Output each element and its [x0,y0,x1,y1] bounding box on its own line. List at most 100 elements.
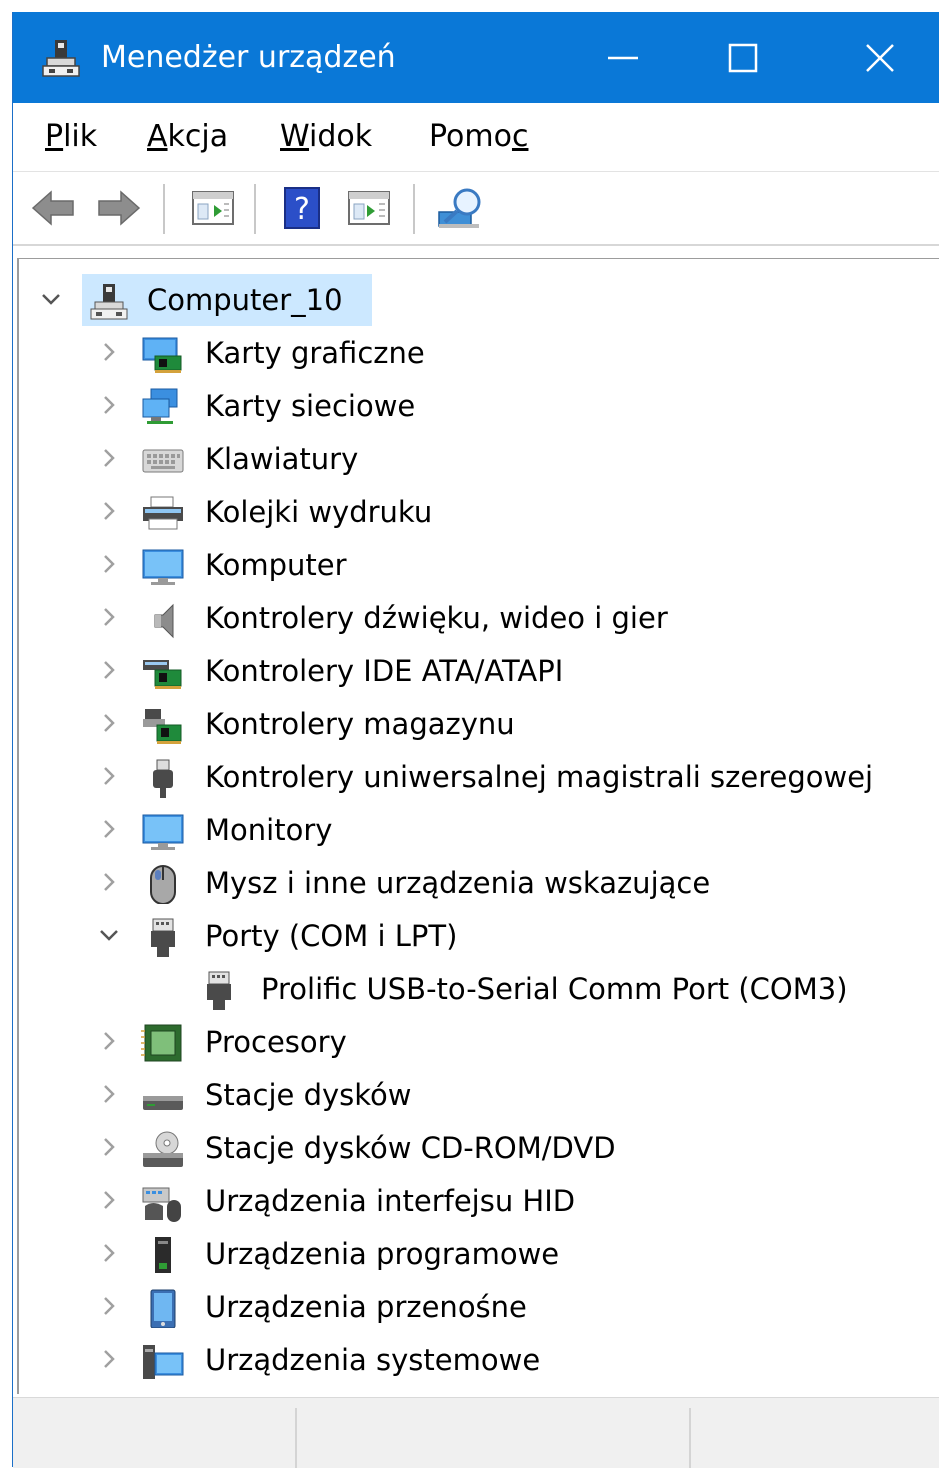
tree-category[interactable]: Porty (COM i LPT) [19,910,939,963]
maximize-button[interactable] [683,12,803,103]
tree-category[interactable]: Urządzenia interfejsu HID [19,1175,939,1228]
tree-item-label: Klawiatury [205,442,359,476]
tree-item-label: Kolejki wydruku [205,495,433,529]
status-divider [295,1408,297,1468]
menu-plik-rest: lik [63,119,98,154]
tree-item-label: Urządzenia programowe [205,1237,560,1271]
tree-category[interactable]: Urządzenia systemowe [19,1334,939,1387]
menu-widok[interactable]: Widok [280,117,372,157]
menu-bar: Plik Akcja Widok Pomoc [13,103,939,172]
chevron-right-icon[interactable] [97,1082,121,1106]
tree-category[interactable]: Mysz i inne urządzenia wskazujące [19,857,939,910]
menu-akcja[interactable]: Akcja [147,117,228,157]
back-arrow-icon[interactable] [29,186,77,230]
device-manager-app-icon [42,40,80,77]
printer-icon [143,496,183,530]
chevron-right-icon[interactable] [97,658,121,682]
tree-item-label: Computer_10 [147,283,343,317]
tree-category[interactable]: Karty graficzne [19,327,939,380]
chevron-down-icon[interactable] [97,923,121,947]
chevron-right-icon[interactable] [97,817,121,841]
chevron-down-icon[interactable] [39,287,63,311]
chevron-right-icon[interactable] [97,340,121,364]
processor-icon [141,1024,182,1062]
status-divider [689,1408,691,1468]
tree-item-label: Kontrolery magazynu [205,707,515,741]
chevron-right-icon[interactable] [97,393,121,417]
menu-akcja-accel: A [147,119,168,154]
run-icon[interactable] [345,186,393,230]
chevron-right-icon[interactable] [97,1241,121,1265]
chevron-right-icon[interactable] [97,552,121,576]
chevron-right-icon[interactable] [97,1029,121,1053]
tree-item-label: Karty graficzne [205,336,425,370]
chevron-right-icon[interactable] [97,446,121,470]
toolbar-separator [254,184,256,234]
tree-category[interactable]: Stacje dysków [19,1069,939,1122]
menu-plik-accel: P [45,119,64,154]
tree-item-label: Mysz i inne urządzenia wskazujące [205,866,711,900]
display-adapter-icon [142,337,182,373]
tree-item-label: Kontrolery dźwięku, wideo i gier [205,601,668,635]
portable-device-icon [150,1289,176,1328]
tree-category[interactable]: Karty sieciowe [19,380,939,433]
chevron-right-icon[interactable] [97,1294,121,1318]
disk-drive-icon [143,1096,183,1110]
tree-category[interactable]: Monitory [19,804,939,857]
close-icon [866,43,894,72]
scan-hardware-icon[interactable] [437,186,485,230]
chevron-right-icon[interactable] [97,870,121,894]
menu-plik[interactable]: Plik [45,117,97,157]
help-icon[interactable]: ? [279,186,327,230]
storage-controller-icon [143,709,182,744]
tree-category[interactable]: Kolejki wydruku [19,486,939,539]
menu-widok-rest: idok [309,119,373,154]
tree-category[interactable]: Procesory [19,1016,939,1069]
tree-category[interactable]: Kontrolery magazynu [19,698,939,751]
tree-category[interactable]: Kontrolery IDE ATA/ATAPI [19,645,939,698]
tree-item-label: Komputer [205,548,347,582]
properties-icon[interactable] [189,186,237,230]
maximize-icon [728,43,758,72]
tree-category[interactable]: Urządzenia programowe [19,1228,939,1281]
chevron-right-icon[interactable] [97,605,121,629]
tree-item-label: Karty sieciowe [205,389,416,423]
ide-controller-icon [143,660,182,689]
tree-item-label: Kontrolery IDE ATA/ATAPI [205,654,564,688]
window-title: Menedżer urządzeń [101,40,396,75]
minimize-icon [608,56,638,59]
menu-akcja-rest: kcja [167,119,229,154]
cdrom-icon [143,1131,183,1167]
device-tree[interactable]: Computer_10 Karty graficzne Karty sieciowe… [17,258,939,1394]
monitor-icon [142,549,184,585]
tree-category[interactable]: Klawiatury [19,433,939,486]
tree-category[interactable]: Kontrolery uniwersalnej magistrali szere… [19,751,939,804]
tree-root-computer[interactable]: Computer_10 [19,274,939,327]
menu-pomoc[interactable]: Pomoc [429,117,528,157]
monitor-icon [142,814,184,850]
chevron-right-icon[interactable] [97,1347,121,1371]
tree-category[interactable]: Kontrolery dźwięku, wideo i gier [19,592,939,645]
close-button[interactable] [820,12,939,103]
toolbar-separator [413,184,415,234]
title-bar[interactable]: Menedżer urządzeń [13,12,939,103]
tree-category[interactable]: Stacje dysków CD-ROM/DVD [19,1122,939,1175]
tree-device[interactable]: Prolific USB-to-Serial Comm Port (COM3) [19,963,939,1016]
tree-item-label: Monitory [205,813,333,847]
chevron-right-icon[interactable] [97,1135,121,1159]
tree-item-label: Procesory [205,1025,347,1059]
chevron-right-icon[interactable] [97,1188,121,1212]
tree-category[interactable]: Urządzenia przenośne [19,1281,939,1334]
network-adapter-icon [142,388,178,424]
minimize-button[interactable] [563,12,683,103]
port-icon [207,971,231,1010]
tree-category[interactable]: Komputer [19,539,939,592]
chevron-right-icon[interactable] [97,764,121,788]
chevron-right-icon[interactable] [97,711,121,735]
menu-widok-accel: W [280,119,310,154]
forward-arrow-icon[interactable] [95,186,143,230]
tree-item-label: Prolific USB-to-Serial Comm Port (COM3) [261,972,848,1006]
tree-item-label: Porty (COM i LPT) [205,919,458,953]
menu-pomoc-rest: Pomo [429,119,512,154]
chevron-right-icon[interactable] [97,499,121,523]
